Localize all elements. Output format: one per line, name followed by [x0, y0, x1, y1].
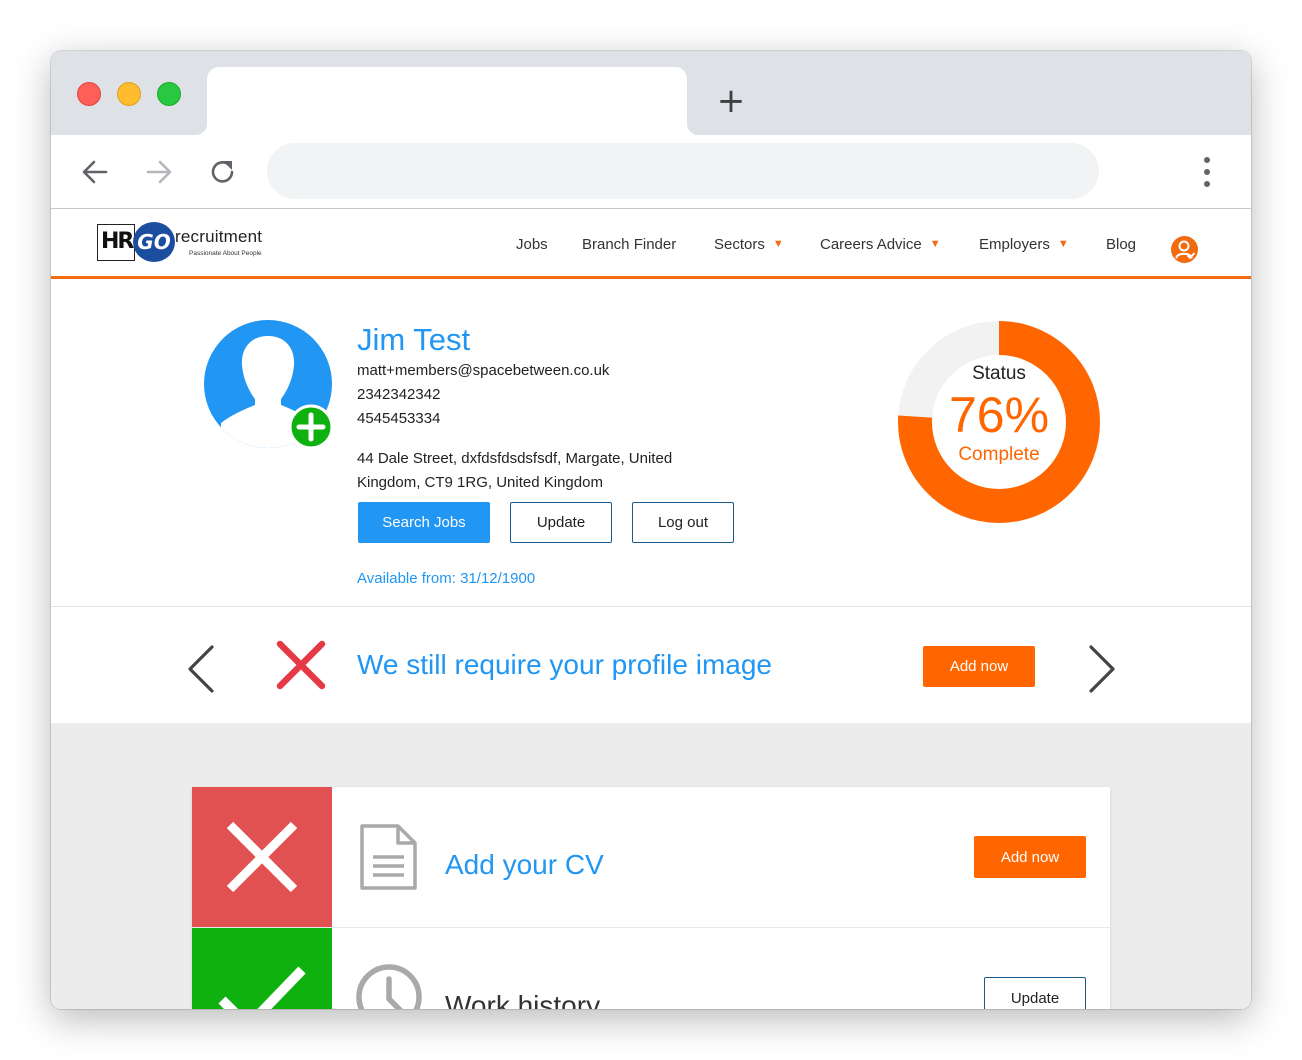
clock-icon — [356, 964, 422, 1009]
nav-jobs-label: Jobs — [516, 235, 548, 253]
profile-section: Jim Test matt+members@spacebetween.co.uk… — [51, 282, 1251, 607]
prompt-message: We still require your profile image — [357, 649, 772, 680]
profile-phone-secondary: 4545453334 — [357, 410, 441, 427]
menu-dot-icon — [1204, 181, 1210, 187]
nav-careers-advice-label: Careers Advice — [820, 235, 922, 253]
logo-tagline: Passionate About People — [189, 250, 262, 257]
nav-employers-label: Employers — [979, 235, 1050, 253]
document-icon — [360, 824, 417, 890]
update-profile-button[interactable]: Update — [510, 502, 612, 543]
avatar-placeholder-icon — [204, 320, 334, 450]
checklist-title-work-history: Work history — [445, 990, 601, 1009]
cross-icon — [276, 640, 326, 690]
profile-phone-primary: 2342342342 — [357, 386, 441, 403]
add-cv-button[interactable]: Add now — [974, 836, 1086, 878]
cross-icon — [226, 821, 298, 893]
menu-dot-icon — [1204, 157, 1210, 163]
nav-sectors[interactable]: Sectors ▼ — [714, 209, 784, 279]
document-icon-wrap — [358, 823, 420, 896]
nav-sectors-label: Sectors — [714, 235, 765, 253]
minimize-window-button[interactable] — [117, 82, 141, 106]
back-button[interactable] — [69, 153, 121, 191]
chevron-right-icon — [1089, 645, 1115, 693]
caret-down-icon: ▼ — [1057, 238, 1069, 250]
caret-down-icon: ▼ — [929, 238, 941, 250]
nav-careers-advice[interactable]: Careers Advice ▼ — [820, 209, 941, 279]
maximize-window-button[interactable] — [157, 82, 181, 106]
checklist-row-cv: Add your CV Add now — [192, 787, 1110, 927]
prompt-prev-button[interactable] — [185, 643, 217, 700]
profile-address-line-2: Kingdom, CT9 1RG, United Kingdom — [357, 474, 603, 491]
status-percent: 76% — [948, 387, 1050, 443]
prompt-next-button[interactable] — [1086, 643, 1118, 700]
nav-branch-finder[interactable]: Branch Finder — [582, 209, 676, 279]
chevron-left-icon — [188, 645, 214, 693]
logo-wordmark: recruitment — [175, 227, 263, 246]
checkmark-icon — [218, 966, 306, 1009]
reload-icon — [211, 161, 234, 183]
browser-window: + HR GO recruitment Passionate About Peo… — [51, 51, 1251, 1009]
web-page: HR GO recruitment Passionate About Peopl… — [51, 209, 1251, 1009]
browser-toolbar — [51, 135, 1251, 209]
account-button[interactable] — [1171, 236, 1198, 263]
add-profile-image-button[interactable]: Add now — [923, 646, 1035, 687]
new-tab-button[interactable]: + — [715, 84, 747, 119]
checklist-status-done — [192, 928, 332, 1009]
arrow-right-icon — [146, 160, 172, 184]
close-window-button[interactable] — [77, 82, 101, 106]
profile-email: matt+members@spacebetween.co.uk — [357, 362, 610, 379]
search-jobs-button[interactable]: Search Jobs — [358, 502, 490, 543]
status-complete-label: Complete — [958, 444, 1040, 465]
tab-bar: + — [51, 51, 1251, 135]
nav-blog[interactable]: Blog — [1106, 209, 1136, 279]
logout-button[interactable]: Log out — [632, 502, 734, 543]
nav-jobs[interactable]: Jobs — [516, 209, 548, 279]
update-work-history-button[interactable]: Update — [984, 977, 1086, 1009]
checklist-section: Add your CV Add now Work history Update — [51, 723, 1251, 1009]
checklist-title-cv: Add your CV — [445, 849, 604, 880]
profile-image-prompt: We still require your profile image Add … — [51, 608, 1251, 723]
profile-completion-donut: Status 76% Complete — [897, 320, 1101, 524]
profile-address-line-1: 44 Dale Street, dxfdsfdsdsfsdf, Margate,… — [357, 450, 673, 467]
reload-button[interactable] — [197, 153, 249, 191]
profile-avatar[interactable] — [203, 319, 335, 451]
clock-icon-wrap — [354, 962, 424, 1009]
checklist-card: Add your CV Add now Work history Update — [192, 787, 1110, 1009]
active-tab[interactable] — [195, 67, 699, 135]
browser-menu-button[interactable] — [1193, 155, 1221, 189]
logo-go-mark: GO — [133, 222, 175, 262]
logo-hr-mark: HR — [97, 224, 135, 261]
forward-button[interactable] — [133, 153, 185, 191]
arrow-left-icon — [82, 160, 108, 184]
status-label: Status — [972, 363, 1026, 384]
address-bar[interactable] — [267, 143, 1099, 199]
caret-down-icon: ▼ — [772, 238, 784, 250]
missing-cross — [275, 639, 327, 696]
menu-dot-icon — [1204, 169, 1210, 175]
hrgo-logo[interactable]: HR GO recruitment Passionate About Peopl… — [97, 222, 277, 264]
availability-date: Available from: 31/12/1900 — [357, 570, 536, 587]
profile-name: Jim Test — [357, 322, 471, 357]
checklist-status-missing — [192, 787, 332, 927]
checklist-row-work-history: Work history Update — [192, 927, 1110, 1009]
user-icon — [1175, 240, 1195, 259]
site-header: HR GO recruitment Passionate About Peopl… — [51, 209, 1251, 279]
nav-branch-finder-label: Branch Finder — [582, 235, 677, 253]
nav-blog-label: Blog — [1106, 235, 1137, 253]
nav-employers[interactable]: Employers ▼ — [979, 209, 1069, 279]
